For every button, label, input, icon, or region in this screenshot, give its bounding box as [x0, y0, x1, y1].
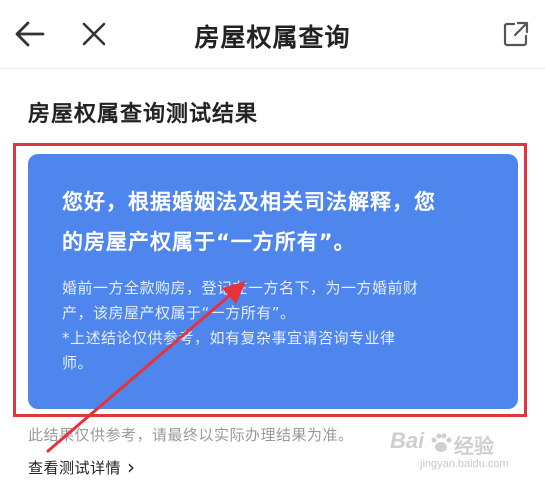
share-button[interactable] [496, 16, 536, 52]
watermark-brand: Bai [390, 428, 425, 453]
watermark: Bai 经验 jingyan.baidu.com [390, 428, 540, 478]
result-explanation-line-2: 产，该房屋产权属于“一方所有”。 [62, 304, 296, 322]
close-icon [82, 22, 106, 46]
result-note-line-1: *上述结论仅供参考，如有复杂事宜请咨询专业律 [62, 329, 396, 347]
view-test-details-link[interactable]: 查看测试详情 › [28, 457, 136, 478]
paw-logo-icon [431, 433, 452, 452]
result-headline: 您好，根据婚姻法及相关司法解释，您 的房屋产权属于“一方所有”。 [62, 182, 484, 262]
result-explanation-line-1: 婚前一方全款购房，登记在一方名下，为一方婚前财 [62, 279, 419, 297]
back-button[interactable] [10, 16, 50, 52]
close-button[interactable] [74, 16, 114, 52]
watermark-url: jingyan.baidu.com [420, 458, 509, 470]
chevron-right-icon: › [127, 455, 136, 479]
watermark-brand-cn: 经验 [454, 434, 494, 458]
section-title: 房屋权属查询测试结果 [28, 102, 259, 127]
result-headline-line-2: 的房屋产权属于“一方所有”。 [62, 230, 356, 254]
view-test-details-label: 查看测试详情 [28, 459, 122, 477]
disclaimer-text: 此结果仅供参考，请最终以实际办理结果为准。 [28, 426, 354, 444]
share-external-icon [503, 21, 529, 47]
navigation-bar: 房屋权属查询 [0, 0, 545, 69]
result-note-line-2: 师。 [62, 354, 94, 372]
result-note: *上述结论仅供参考，如有复杂事宜请咨询专业律 师。 [62, 326, 484, 376]
back-arrow-icon [15, 21, 45, 47]
result-card: 您好，根据婚姻法及相关司法解释，您 的房屋产权属于“一方所有”。 婚前一方全款购… [28, 154, 518, 409]
result-headline-line-1: 您好，根据婚姻法及相关司法解释，您 [62, 190, 436, 214]
result-explanation: 婚前一方全款购房，登记在一方名下，为一方婚前财 产，该房屋产权属于“一方所有”。 [62, 276, 484, 326]
